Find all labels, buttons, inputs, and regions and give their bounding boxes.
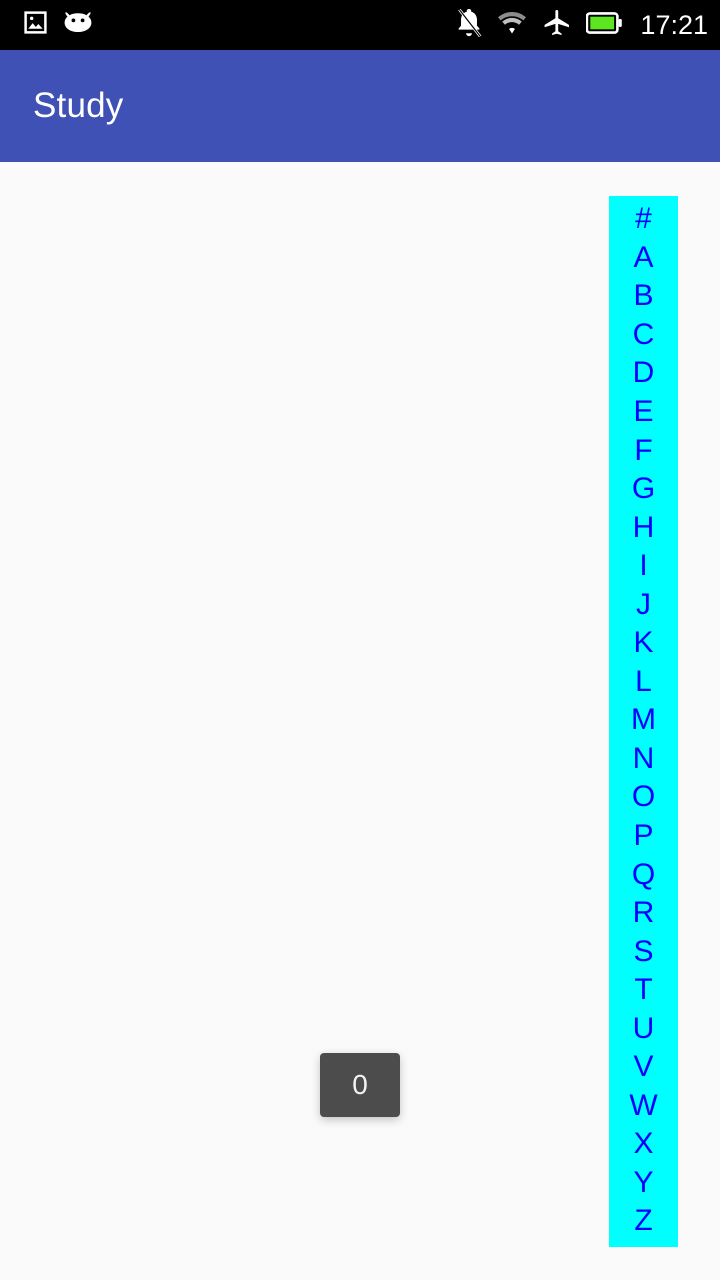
alpha-index-letter[interactable]: W [609,1090,678,1121]
alpha-index-letter[interactable]: Z [609,1206,678,1236]
alpha-index-letter[interactable]: T [609,975,678,1005]
airplane-mode-icon [542,9,570,41]
alpha-index-letter[interactable]: M [609,705,678,735]
status-bar-clock: 17:21 [640,10,708,40]
alpha-index-letter[interactable]: Y [609,1167,678,1198]
status-bar-notification-icons [22,9,93,41]
android-face-icon [63,9,93,41]
alpha-index-letter[interactable]: L [609,666,678,697]
alpha-index-letter[interactable]: I [609,551,678,581]
alpha-index-letter[interactable]: U [609,1013,678,1044]
alpha-index-letter[interactable]: O [609,782,678,812]
toast-text: 0 [352,1069,368,1100]
toast-message: 0 [320,1053,400,1117]
alpha-index-letter[interactable]: X [609,1129,678,1159]
alphabet-index-scrollbar[interactable]: # A B C D E F G H I J K L M N O P Q R S … [609,196,678,1247]
notifications-off-icon [456,8,482,42]
wifi-icon [498,11,527,39]
alpha-index-letter[interactable]: P [609,821,678,851]
battery-full-icon [586,11,623,39]
alpha-index-letter[interactable]: R [609,898,678,928]
alpha-index-letter[interactable]: Q [609,859,678,890]
alpha-index-letter[interactable]: J [609,589,678,620]
page-title: Study [33,86,124,125]
alpha-index-letter[interactable]: V [609,1052,678,1082]
status-bar: 17:21 [0,0,720,50]
app-bar: Study [0,50,720,162]
alpha-index-letter[interactable]: K [609,628,678,658]
alpha-index-letter[interactable]: D [609,358,678,388]
alpha-index-letter[interactable]: # [609,204,678,234]
alpha-index-letter[interactable]: B [609,281,678,311]
alpha-index-letter[interactable]: E [609,397,678,427]
app-screen: 17:21 Study # A B C D E F G H I J K L M … [0,0,720,1280]
alpha-index-letter[interactable]: H [609,512,678,543]
alpha-index-letter[interactable]: G [609,474,678,504]
image-icon [22,9,49,41]
alpha-index-letter[interactable]: A [609,242,678,273]
alpha-index-letter[interactable]: C [609,319,678,350]
status-bar-system-icons: 17:21 [456,0,708,50]
alpha-index-letter[interactable]: S [609,936,678,967]
alpha-index-letter[interactable]: N [609,743,678,774]
alpha-index-letter[interactable]: F [609,435,678,466]
